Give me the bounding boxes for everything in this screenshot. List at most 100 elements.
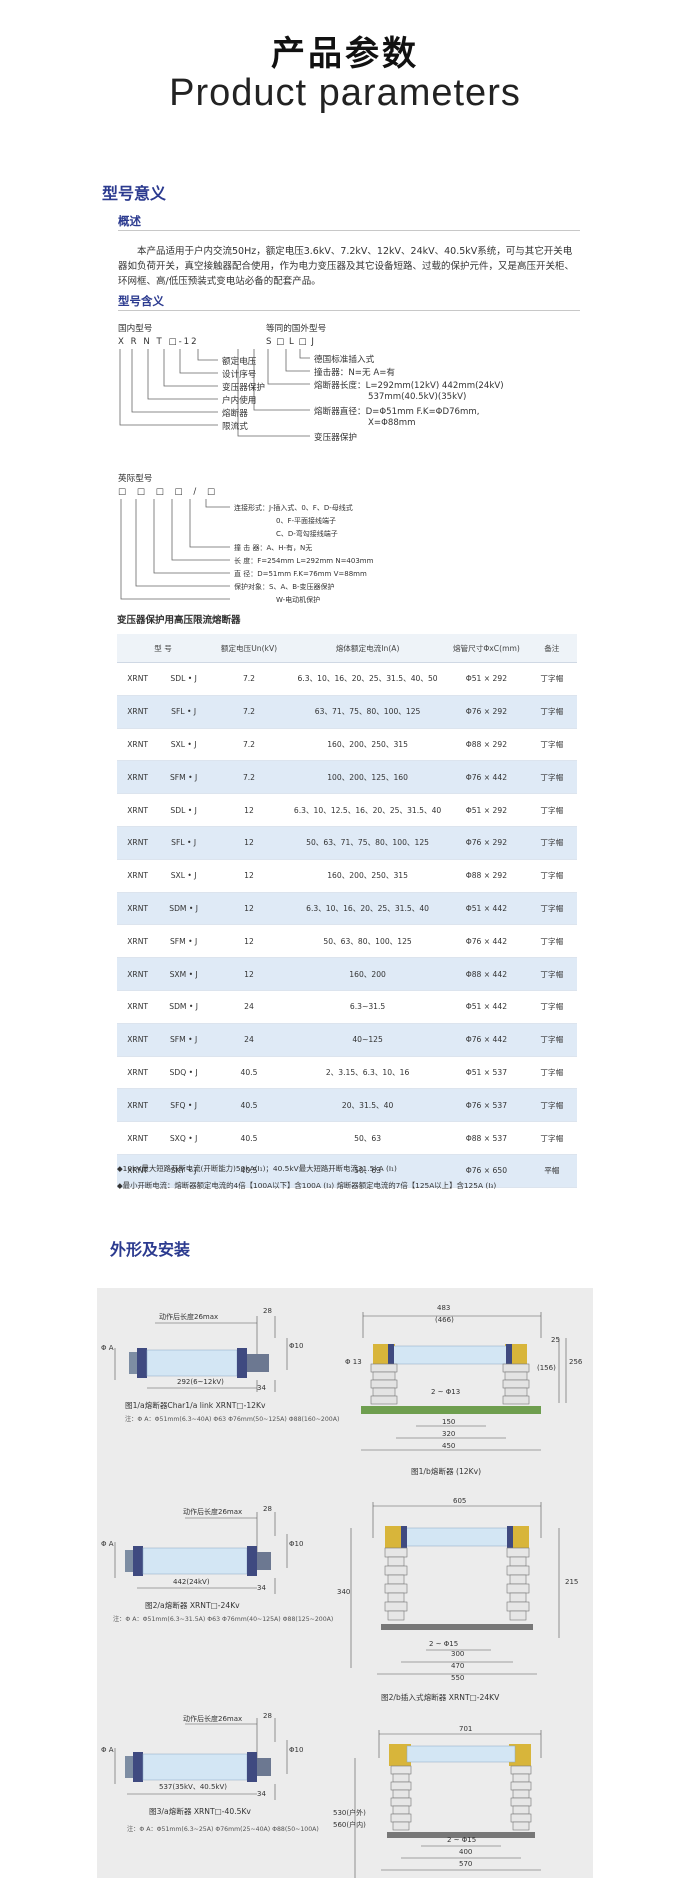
table-cell: 160、200、250、315 — [288, 859, 447, 893]
table-cell: 6.3、10、16、20、25、31.5、40 — [288, 892, 447, 926]
table-cell: SDL • J — [158, 662, 210, 696]
intl-item: W-电动机保护 — [276, 596, 321, 604]
section-title-model: 型号意义 — [102, 184, 167, 203]
dim-label: 2 ~ Φ15 — [447, 1836, 477, 1844]
dim-label: Φ A — [101, 1746, 114, 1754]
table-cell: 40~125 — [288, 1023, 447, 1057]
dim-label: 28 — [263, 1712, 272, 1720]
table-cell: XRNT — [117, 924, 159, 959]
table-title: 变压器保护用高压限流熔断器 — [117, 615, 241, 626]
dim-label: 215 — [565, 1578, 579, 1586]
foreign-item: 537mm(40.5kV)(35kV) — [368, 392, 467, 402]
dim-label: 483 — [437, 1304, 451, 1312]
domestic-item: 限流式 — [222, 422, 248, 432]
dim-label: 605 — [453, 1497, 467, 1505]
dim-label: 动作后长度26max — [183, 1715, 243, 1723]
table-cell: 50、63、80、100、125 — [288, 924, 447, 959]
dim-label: Φ10 — [289, 1540, 304, 1548]
intl-model-code: □ □ □ □ / □ — [118, 487, 220, 497]
figure-note: 注：Φ A：Φ51mm(6.3~40A) Φ63 Φ76mm(50~125A) … — [125, 1416, 340, 1423]
table-cell: 丁字帽 — [526, 1088, 577, 1123]
dim-label: Φ A — [101, 1540, 114, 1548]
domestic-item: 熔断器 — [222, 409, 248, 419]
table-cell: 丁字帽 — [526, 695, 577, 729]
table-cell: XRNT — [117, 1056, 159, 1090]
table-row: XRNT SFL • J 12 50、63、71、75、80、100、125 Φ76 ×… — [117, 826, 577, 860]
table-cell: XRNT — [117, 760, 159, 795]
dim-label: 537(35kV、40.5kV) — [159, 1783, 228, 1791]
table-cell: 丁字帽 — [526, 793, 577, 827]
dim-label: 400 — [459, 1848, 473, 1856]
table-cell: 100、200、125、160 — [288, 760, 447, 795]
table-cell: 6.3~31.5 — [288, 990, 447, 1024]
table-cell: XRNT — [117, 695, 159, 729]
table-cell: 丁字帽 — [526, 859, 577, 893]
table-cell: XRNT — [117, 826, 159, 860]
table-row: XRNT SXM • J 12 160、200 Φ88 × 442 丁字帽 — [117, 957, 577, 991]
table-cell: SXM • J — [158, 957, 210, 991]
table-cell: SDL • J — [158, 793, 210, 827]
table-cell: Φ88 × 442 — [446, 957, 527, 991]
table-cell: Φ76 × 537 — [446, 1088, 527, 1123]
dim-label: 530(户外) — [333, 1809, 366, 1817]
overview-text: 本产品适用于户内交流50Hz，额定电压3.6kV、7.2kV、12kV、24kV… — [118, 246, 575, 287]
table-cell: 丁字帽 — [526, 924, 577, 959]
table-cell: SFQ • J — [158, 1088, 210, 1123]
dim-label: (466) — [435, 1316, 454, 1324]
table-row: XRNT SDQ • J 40.5 2、3.15、6.3、10、16 Φ51 × 537… — [117, 1056, 577, 1090]
table-cell: 丁字帽 — [526, 1056, 577, 1090]
table-cell: 7.2 — [209, 728, 289, 762]
table-cell: Φ76 × 292 — [446, 695, 527, 729]
table-cell: 12 — [209, 826, 289, 860]
table-row: XRNT SDM • J 24 6.3~31.5 Φ51 × 442 丁字帽 — [117, 990, 577, 1024]
dim-label: 450 — [442, 1442, 456, 1450]
table-cell: SFL • J — [158, 826, 210, 860]
dim-label: 150 — [442, 1418, 456, 1426]
table-cell: 7.2 — [209, 760, 289, 795]
intl-item: 撞 击 器：A、H-有，N无 — [234, 544, 313, 552]
dim-label: 34 — [257, 1790, 266, 1798]
header-remark: 备注 — [526, 634, 577, 663]
dim-label: Φ10 — [289, 1746, 304, 1754]
dim-label: 300 — [451, 1650, 465, 1658]
foreign-item: 熔断器直径：D=Φ51mm F.K=ΦD76mm, — [314, 407, 480, 417]
dim-label: Φ A — [101, 1344, 114, 1352]
table-cell: XRNT — [117, 793, 159, 827]
figure-caption: 图3/a熔断器 XRNT□-40.5Kv — [149, 1807, 251, 1816]
intl-item: C、D-弯勾接线端子 — [276, 530, 338, 538]
dim-label: 550 — [451, 1674, 465, 1682]
domestic-model-label: 国内型号 — [118, 324, 153, 334]
table-cell: XRNT — [117, 1023, 159, 1057]
table-row: XRNT SXL • J 7.2 160、200、250、315 Φ88 × 292 丁字… — [117, 728, 577, 762]
table-cell: 12 — [209, 924, 289, 959]
dim-label: 动作后长度26max — [159, 1313, 219, 1321]
foreign-item: 撞击器：N=无 A=有 — [314, 368, 396, 378]
page-title-cn: 产品参数 — [271, 34, 419, 74]
fuse-drawing-1a — [114, 1316, 288, 1392]
dim-label: Φ 13 — [345, 1358, 362, 1366]
table-cell: XRNT — [117, 1088, 159, 1123]
table-cell: 丁字帽 — [526, 662, 577, 696]
table-cell: SXL • J — [158, 728, 210, 762]
table-cell: 7.2 — [209, 695, 289, 729]
dim-label: 34 — [257, 1584, 266, 1592]
dim-label: 570 — [459, 1860, 473, 1868]
table-note: ◆10kV最大短路开断电流(开断能力)50kA(I₁)；40.5kV最大短路开断… — [117, 1164, 397, 1173]
dim-label: (156) — [537, 1364, 556, 1372]
fuse-drawing-3a — [114, 1718, 288, 1800]
table-cell: 6.3、10、16、20、25、31.5、40、50 — [288, 662, 447, 696]
table-cell: SFM • J — [158, 760, 210, 795]
fuse-base-drawing-2b — [350, 1502, 560, 1675]
header-current: 熔体额定电流In(A) — [288, 634, 447, 663]
table-cell: XRNT — [117, 728, 159, 762]
table-cell: 20、31.5、40 — [288, 1088, 447, 1123]
table-row: XRNT SXQ • J 40.5 50、63 Φ88 × 537 丁字帽 — [117, 1121, 577, 1155]
foreign-item: X=Φ88mm — [368, 418, 416, 428]
table-row: XRNT SXL • J 12 160、200、250、315 Φ88 × 292 丁字帽 — [117, 859, 577, 893]
figure-caption: 图1/b熔断器 (12Kv) — [411, 1467, 482, 1476]
divider — [118, 310, 580, 311]
table-cell: 丁字帽 — [526, 1121, 577, 1155]
table-cell: 平帽 — [526, 1154, 577, 1188]
domestic-item: 设计序号 — [222, 370, 257, 380]
dim-label: 442(24kV) — [173, 1578, 210, 1586]
